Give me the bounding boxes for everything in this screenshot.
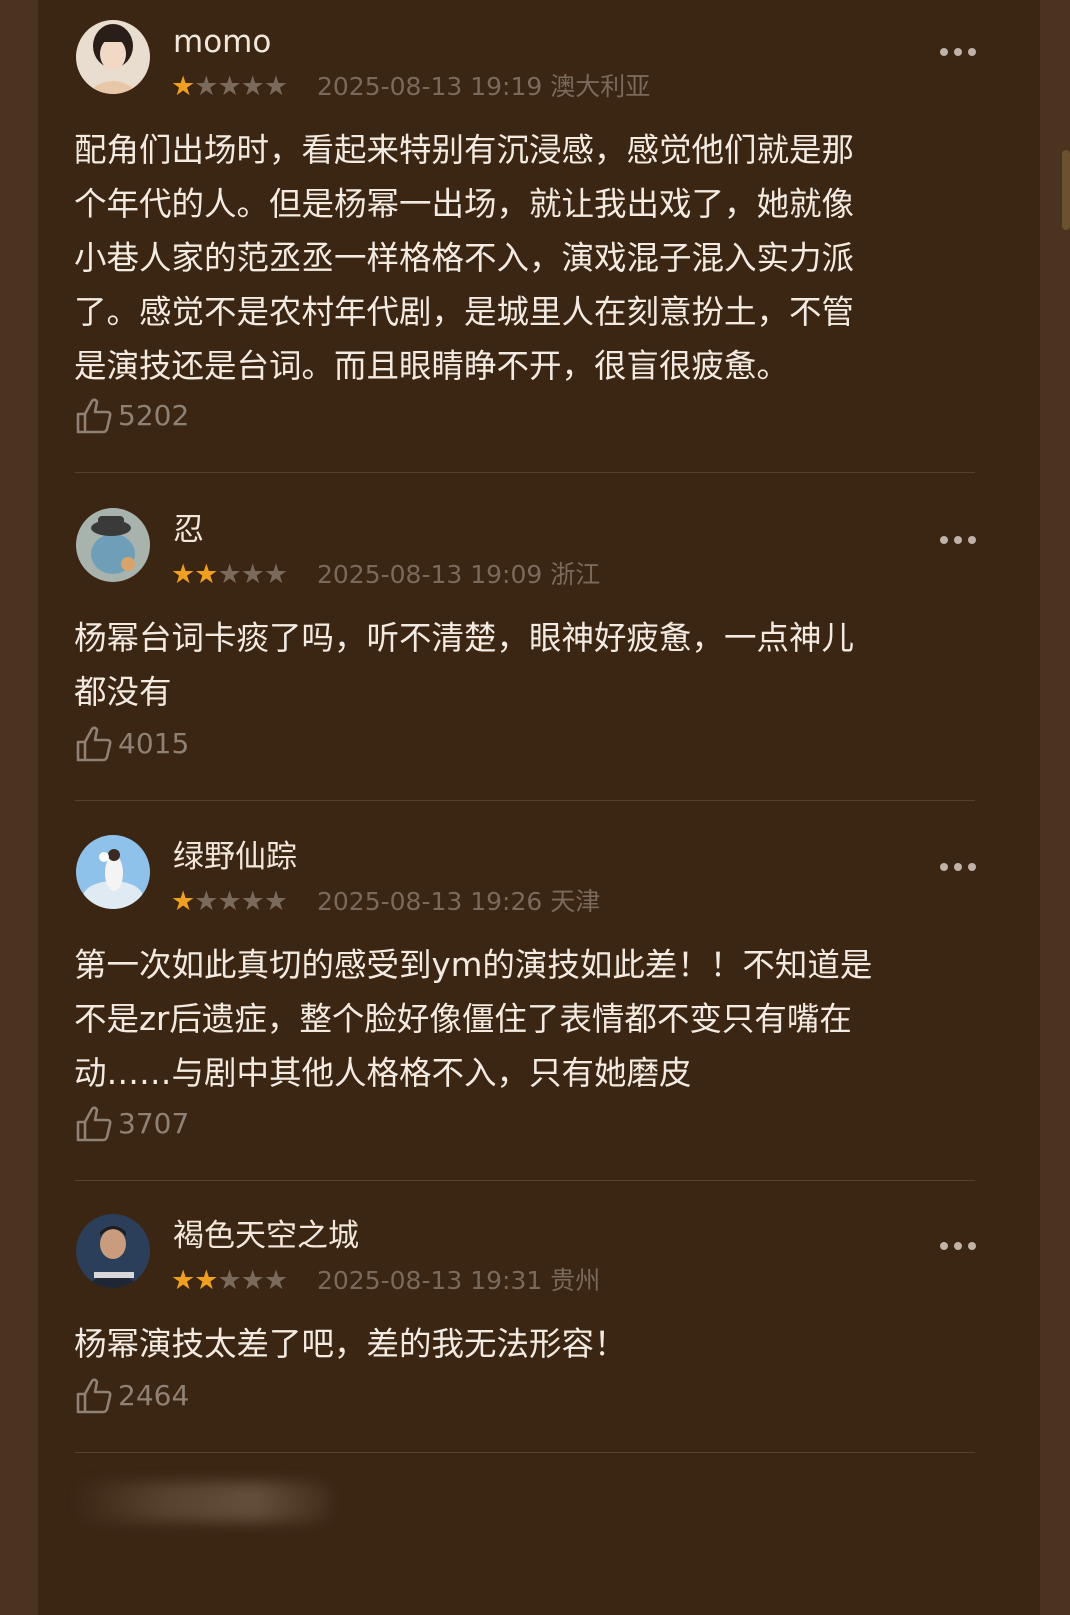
- divider: [75, 1452, 975, 1453]
- avatar[interactable]: [76, 835, 150, 909]
- avatar[interactable]: [76, 508, 150, 582]
- avatar[interactable]: [76, 20, 150, 94]
- divider: [75, 472, 975, 473]
- like-count: 5202: [118, 399, 190, 432]
- more-dots-icon[interactable]: [936, 855, 980, 879]
- like-button[interactable]: 2464: [74, 1374, 189, 1418]
- like-button[interactable]: 5202: [74, 394, 189, 438]
- rating-stars: ★ ★ ★ ★ ★: [171, 1265, 288, 1296]
- star-icon: ★: [263, 71, 288, 102]
- comment-text: 杨幂台词卡痰了吗，听不清楚，眼神好疲惫，一点神儿 都没有: [74, 619, 855, 711]
- like-count: 2464: [118, 1379, 190, 1412]
- star-icon: ★: [217, 559, 241, 590]
- star-icon: ★: [217, 71, 241, 102]
- thumbs-up-icon: [76, 1378, 112, 1414]
- background-edge: [1040, 0, 1070, 1615]
- star-icon: ★: [194, 1265, 218, 1296]
- comment-meta: 2025-08-13 19:26 天津: [317, 887, 600, 917]
- divider: [75, 1180, 975, 1181]
- star-icon: ★: [194, 559, 218, 590]
- username[interactable]: 绿野仙踪: [173, 837, 297, 877]
- star-icon: ★: [171, 559, 195, 590]
- star-icon: ★: [240, 71, 265, 102]
- like-count: 4015: [118, 727, 190, 760]
- username[interactable]: 褐色天空之城: [173, 1216, 359, 1256]
- star-icon: ★: [194, 886, 218, 917]
- star-icon: ★: [194, 71, 218, 102]
- like-count: 3707: [118, 1107, 190, 1140]
- star-icon: ★: [240, 559, 265, 590]
- comment-text: 配角们出场时，看起来特别有沉浸感，感觉他们就是那 个年代的人。但是杨幂一出场，就…: [74, 131, 855, 385]
- star-icon: ★: [171, 1265, 195, 1296]
- comment-meta: 2025-08-13 19:09 浙江: [317, 560, 600, 590]
- comment-text: 杨幂演技太差了吧，差的我无法形容！: [74, 1325, 627, 1363]
- star-icon: ★: [240, 886, 265, 917]
- rating-stars: ★ ★ ★ ★ ★: [171, 71, 288, 102]
- star-icon: ★: [263, 559, 288, 590]
- blurred-content: [72, 1482, 332, 1522]
- username[interactable]: 忍: [173, 510, 204, 550]
- thumbs-up-icon: [76, 1106, 112, 1142]
- location: 贵州: [550, 1266, 601, 1295]
- more-dots-icon[interactable]: [936, 1234, 980, 1258]
- timestamp: 2025-08-13 19:19: [317, 72, 543, 101]
- location: 浙江: [550, 560, 601, 589]
- comment-meta: 2025-08-13 19:19 澳大利亚: [317, 72, 650, 102]
- more-dots-icon[interactable]: [936, 40, 980, 64]
- comment-meta: 2025-08-13 19:31 贵州: [317, 1266, 600, 1296]
- rating-stars: ★ ★ ★ ★ ★: [171, 886, 288, 917]
- timestamp: 2025-08-13 19:31: [317, 1266, 543, 1295]
- scrollbar[interactable]: [1062, 150, 1070, 230]
- divider: [75, 800, 975, 801]
- username[interactable]: momo: [173, 22, 271, 62]
- like-button[interactable]: 3707: [74, 1102, 189, 1146]
- star-icon: ★: [263, 1265, 288, 1296]
- location: 澳大利亚: [550, 72, 651, 101]
- location: 天津: [550, 887, 601, 916]
- star-icon: ★: [217, 886, 241, 917]
- blurred-glyph: [300, 1486, 324, 1516]
- more-dots-icon[interactable]: [936, 528, 980, 552]
- avatar[interactable]: [76, 1214, 150, 1288]
- star-icon: ★: [263, 886, 288, 917]
- timestamp: 2025-08-13 19:09: [317, 560, 543, 589]
- thumbs-up-icon: [76, 726, 112, 762]
- like-button[interactable]: 4015: [74, 722, 189, 766]
- rating-stars: ★ ★ ★ ★ ★: [171, 559, 288, 590]
- comment-text: 第一次如此真切的感受到ym的演技如此差！！不知道是 不是zr后遗症，整个脸好像僵…: [74, 946, 873, 1092]
- star-icon: ★: [171, 886, 195, 917]
- star-icon: ★: [240, 1265, 265, 1296]
- star-icon: ★: [217, 1265, 241, 1296]
- star-icon: ★: [171, 71, 195, 102]
- thumbs-up-icon: [76, 398, 112, 434]
- timestamp: 2025-08-13 19:26: [317, 887, 543, 916]
